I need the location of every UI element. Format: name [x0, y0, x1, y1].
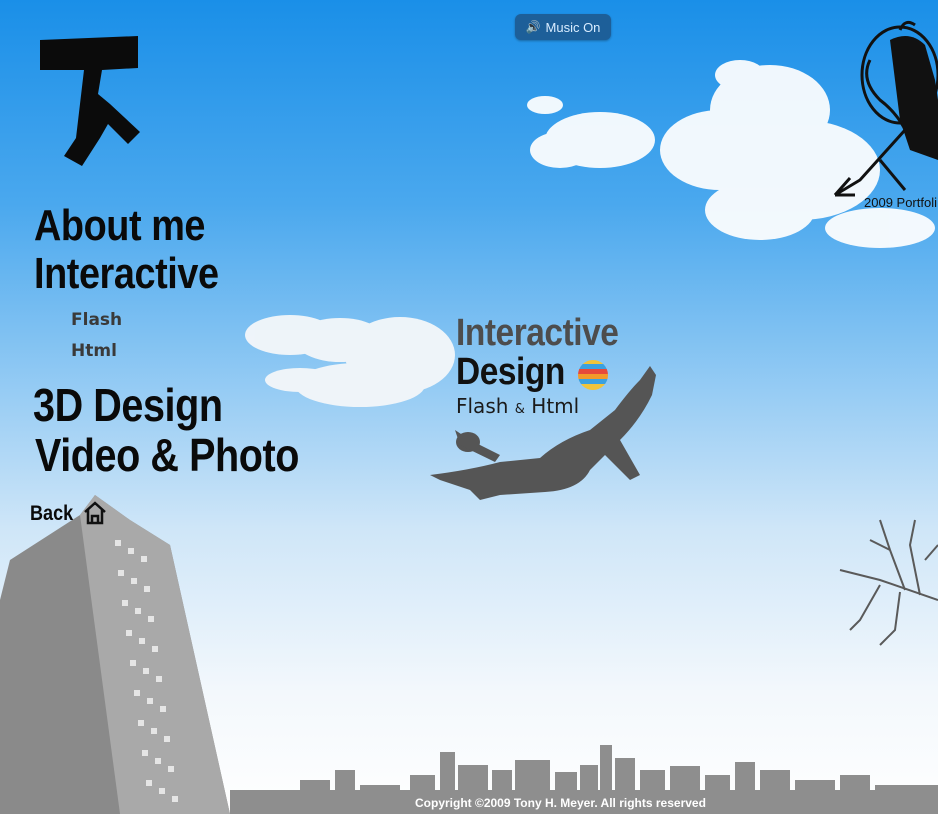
copyright-text: Copyright ©2009 Tony H. Meyer. All right…: [415, 796, 706, 810]
nav-html[interactable]: Html: [71, 341, 117, 361]
nav-about-me[interactable]: About me: [34, 204, 205, 248]
portfolio-emblem-fill: [890, 36, 938, 160]
hero-title-block: Interactive Design Flash & Html: [456, 314, 641, 418]
home-icon: [84, 501, 107, 525]
nav-flash[interactable]: Flash: [71, 310, 122, 330]
back-home-link[interactable]: Back: [30, 500, 108, 526]
hero-subtitle: Flash & Html: [456, 394, 641, 418]
music-toggle-button[interactable]: 🔊 Music On: [515, 14, 611, 40]
site-logo[interactable]: [40, 34, 144, 170]
music-label: Music On: [545, 19, 601, 35]
hero-subtitle-amp: &: [514, 402, 525, 417]
hero-subtitle-flash: Flash: [456, 394, 509, 418]
hero-subtitle-html: Html: [531, 394, 580, 418]
cloud-middle: [245, 315, 455, 407]
hero-title-line2: Design: [456, 351, 565, 393]
hero-title-line1: Interactive: [456, 312, 619, 354]
nav-3d-design[interactable]: 3D Design: [33, 382, 223, 428]
striped-globe-icon: [577, 360, 608, 390]
tree-silhouette: [839, 519, 938, 646]
portfolio-label[interactable]: 2009 Portfoli: [864, 195, 937, 210]
building-silhouette: [0, 495, 230, 814]
nav-interactive[interactable]: Interactive: [34, 252, 219, 296]
nav-video-photo[interactable]: Video & Photo: [35, 432, 299, 478]
back-label: Back: [30, 502, 74, 525]
speaker-icon: 🔊: [525, 20, 541, 34]
cloud-top-right: [527, 60, 935, 248]
